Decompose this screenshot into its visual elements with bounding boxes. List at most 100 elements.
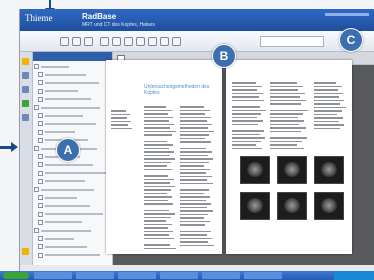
bookmarks-icon[interactable] <box>22 72 29 79</box>
text-line <box>314 103 341 105</box>
expand-icon[interactable] <box>38 219 43 225</box>
text-line <box>314 92 344 94</box>
toc-item-label <box>45 90 78 93</box>
text-line <box>144 223 172 225</box>
toc-item[interactable] <box>38 194 77 201</box>
images-icon[interactable] <box>22 114 29 121</box>
expand-icon[interactable] <box>38 80 43 86</box>
text-line <box>270 113 303 115</box>
text-line <box>180 151 212 153</box>
toolbar-layout-icon[interactable] <box>148 37 157 46</box>
expand-icon[interactable] <box>38 137 43 143</box>
expand-icon[interactable] <box>38 162 43 168</box>
toolbar-page-icon[interactable] <box>136 37 145 46</box>
search-tab-icon[interactable] <box>22 86 29 93</box>
text-line <box>144 213 175 215</box>
toc-item[interactable] <box>38 161 93 168</box>
text-line <box>314 110 342 112</box>
mri-scan-image[interactable] <box>314 156 344 184</box>
text-line <box>180 161 209 163</box>
text-line <box>232 85 262 87</box>
toc-item[interactable] <box>38 88 78 95</box>
text-line <box>232 109 266 111</box>
toc-item[interactable] <box>38 120 96 127</box>
taskbar-item[interactable] <box>160 272 198 279</box>
expand-icon[interactable] <box>38 244 43 250</box>
text-line <box>232 130 264 132</box>
toc-item[interactable] <box>38 243 87 250</box>
taskbar-item[interactable] <box>76 272 114 279</box>
toc-item[interactable] <box>38 219 82 226</box>
expand-icon[interactable] <box>38 154 43 160</box>
expand-icon[interactable] <box>38 129 43 135</box>
toc-item[interactable] <box>34 227 91 234</box>
toc-item[interactable] <box>34 186 94 193</box>
expand-icon[interactable] <box>34 187 39 192</box>
mri-scan-image[interactable] <box>240 192 270 220</box>
toc-item[interactable] <box>38 252 100 259</box>
book-title: RadBase <box>82 12 117 21</box>
toolbar-zoom-icon[interactable] <box>124 37 133 46</box>
text-line <box>270 89 299 91</box>
folder-icon[interactable] <box>22 58 29 65</box>
toc-item[interactable] <box>38 178 85 185</box>
expand-icon[interactable] <box>38 96 43 102</box>
expand-icon[interactable] <box>38 195 43 201</box>
text-line <box>232 147 263 149</box>
top-right-link[interactable] <box>325 13 369 16</box>
text-line <box>180 106 204 108</box>
text-line <box>144 140 168 142</box>
toc-item[interactable] <box>38 112 83 119</box>
start-button[interactable] <box>3 272 29 279</box>
mri-scan-image[interactable] <box>314 192 344 220</box>
toc-item[interactable] <box>38 129 75 136</box>
taskbar-item[interactable] <box>34 272 72 279</box>
text-line <box>180 158 214 160</box>
settings-icon[interactable] <box>22 248 29 255</box>
expand-icon[interactable] <box>34 228 39 233</box>
toc-item[interactable] <box>38 170 106 177</box>
mri-scan-image[interactable] <box>240 156 270 184</box>
toc-item[interactable] <box>38 96 91 103</box>
mri-scan-image[interactable] <box>277 156 307 184</box>
toolbar-bookmark-icon[interactable] <box>112 37 121 46</box>
expand-icon[interactable] <box>34 105 39 110</box>
toc-item[interactable] <box>38 235 74 242</box>
expand-icon[interactable] <box>38 121 43 127</box>
toolbar-print-icon[interactable] <box>100 37 109 46</box>
page-right <box>226 60 352 254</box>
notes-icon[interactable] <box>22 100 29 107</box>
expand-icon[interactable] <box>38 236 43 242</box>
expand-icon[interactable] <box>34 64 39 69</box>
text-line <box>180 220 210 222</box>
toc-item[interactable] <box>38 211 103 218</box>
expand-icon[interactable] <box>38 88 43 94</box>
toolbar-forward-icon[interactable] <box>84 37 93 46</box>
expand-icon[interactable] <box>38 178 43 184</box>
toolbar-back-icon[interactable] <box>72 37 81 46</box>
toolbar-help-icon[interactable] <box>172 37 181 46</box>
taskbar-item[interactable] <box>118 272 156 279</box>
expand-icon[interactable] <box>38 170 43 176</box>
taskbar-item[interactable] <box>202 272 240 279</box>
toc-item[interactable] <box>38 71 86 78</box>
expand-icon[interactable] <box>38 211 43 217</box>
taskbar-item[interactable] <box>244 272 282 279</box>
toc-item[interactable] <box>34 63 69 70</box>
toolbar-notes-icon[interactable] <box>160 37 169 46</box>
toc-item[interactable] <box>38 202 90 209</box>
expand-icon[interactable] <box>38 113 43 119</box>
text-line <box>314 117 343 119</box>
expand-icon[interactable] <box>34 146 39 151</box>
search-input[interactable] <box>260 36 324 47</box>
expand-icon[interactable] <box>38 203 43 209</box>
toc-item[interactable] <box>38 79 99 86</box>
text-line <box>270 92 305 94</box>
expand-icon[interactable] <box>38 252 43 258</box>
mri-scan-image[interactable] <box>277 192 307 220</box>
toolbar-home-icon[interactable] <box>60 37 69 46</box>
expand-icon[interactable] <box>38 72 43 78</box>
text-line <box>144 182 170 184</box>
toc-item[interactable] <box>34 104 100 111</box>
toc-item-label <box>41 229 91 232</box>
